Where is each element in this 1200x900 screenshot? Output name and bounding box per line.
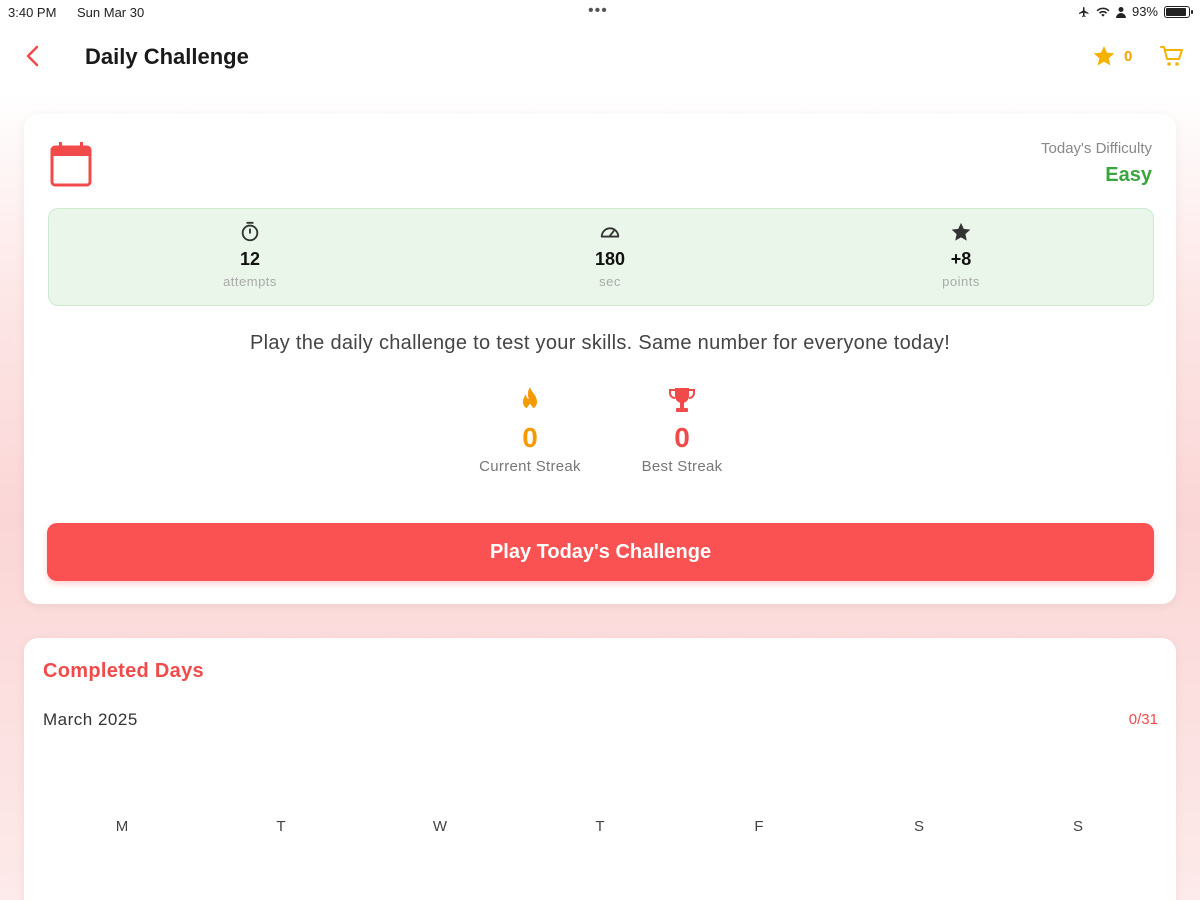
stat-unit: points: [942, 274, 980, 289]
month-label: March 2025: [43, 710, 138, 729]
status-bar: 3:40 PM Sun Mar 30 ••• 93%: [0, 0, 1200, 24]
airplane-icon: [1078, 6, 1089, 17]
best-streak-value: 0: [674, 422, 690, 453]
trophy-icon: [669, 388, 695, 412]
flame-icon: [523, 387, 537, 413]
weekday-label: F: [754, 818, 764, 835]
weekday-label: S: [1072, 818, 1083, 835]
weekday-label: T: [276, 818, 286, 835]
cart-button[interactable]: [1158, 42, 1186, 70]
cart-icon: [1160, 46, 1183, 66]
status-time: 3:40 PM: [8, 5, 57, 20]
stat-points: +8 points: [861, 209, 1061, 307]
stat-unit: sec: [599, 274, 621, 289]
calendar-icon: [50, 142, 92, 187]
weekday-label: S: [913, 818, 924, 835]
difficulty-value: Easy: [1105, 164, 1152, 186]
points-count: 0: [1124, 47, 1133, 65]
challenge-description: Play the daily challenge to test your sk…: [249, 332, 951, 354]
stat-attempts: 12 attempts: [150, 209, 350, 307]
current-streak-value: 0: [522, 422, 538, 453]
current-streak: 0 Current Streak: [455, 384, 605, 475]
back-button[interactable]: [20, 42, 48, 70]
play-challenge-button[interactable]: Play Today's Challenge: [47, 523, 1154, 581]
chevron-left-icon: [26, 45, 39, 67]
stat-unit: attempts: [223, 274, 277, 289]
star-icon: [1093, 46, 1115, 66]
speedometer-icon: [600, 227, 620, 238]
stopwatch-icon: [241, 221, 259, 242]
star-icon: [951, 222, 971, 241]
stat-value: +8: [950, 249, 972, 269]
daily-challenge-card: Today's Difficulty Easy 12 attempts 180 …: [24, 114, 1176, 604]
completed-count: 0/31: [1128, 711, 1158, 728]
app-header: Daily Challenge 0: [0, 30, 1200, 86]
stat-time: 180 sec: [510, 209, 710, 307]
person-icon: [1115, 6, 1126, 18]
multitasking-dots[interactable]: •••: [588, 2, 608, 20]
difficulty-label: Today's Difficulty: [1041, 140, 1152, 157]
stat-value: 180: [594, 249, 626, 269]
status-indicators: 93%: [1078, 4, 1193, 19]
battery-percent: 93%: [1131, 4, 1158, 19]
weekday-label: W: [432, 818, 448, 835]
weekday-label: M: [115, 818, 129, 835]
weekday-label: T: [595, 818, 605, 835]
stat-value: 12: [239, 249, 261, 269]
completed-days-title: Completed Days: [43, 660, 204, 682]
challenge-stats: 12 attempts 180 sec +8 points: [48, 208, 1154, 306]
current-streak-label: Current Streak: [479, 458, 581, 475]
battery-icon: [1164, 5, 1193, 18]
page-title: Daily Challenge: [85, 44, 249, 69]
points-button[interactable]: 0: [1092, 44, 1132, 68]
completed-days-card: Completed Days March 2025 0/31 M T W T F…: [24, 638, 1176, 900]
best-streak: 0 Best Streak: [607, 384, 757, 475]
status-date: Sun Mar 30: [77, 5, 145, 20]
best-streak-label: Best Streak: [641, 458, 723, 475]
wifi-icon: [1096, 7, 1110, 17]
